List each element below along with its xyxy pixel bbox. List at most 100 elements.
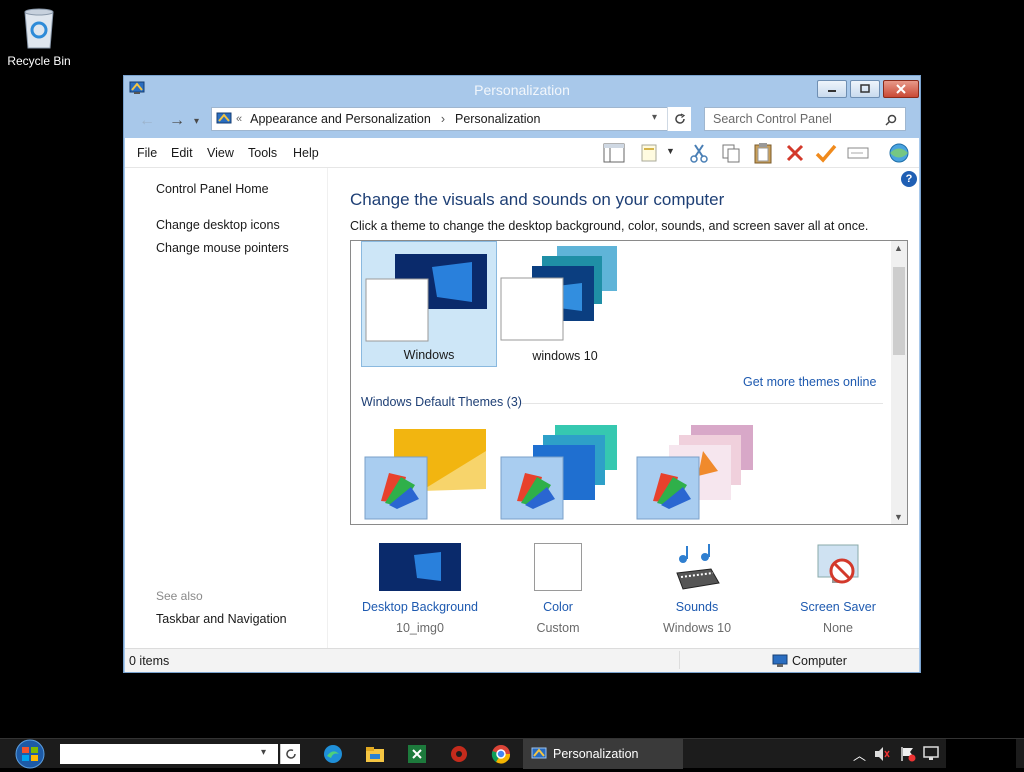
minimize-icon <box>828 90 836 92</box>
recycle-bin-label: Recycle Bin <box>7 54 71 68</box>
paste-icon <box>754 143 772 164</box>
menu-edit[interactable]: Edit <box>171 146 193 160</box>
sounds-setting[interactable]: Sounds Windows 10 <box>627 543 767 635</box>
color-setting[interactable]: Color Custom <box>488 543 628 635</box>
rename-button[interactable] <box>845 141 871 165</box>
change-mouse-pointers-link[interactable]: Change mouse pointers <box>156 241 289 255</box>
taskbar-refresh-icon <box>285 749 296 759</box>
properties-dropdown-icon[interactable]: ▼ <box>666 146 675 156</box>
navigation-bar: ← → ▾ « Appearance and Personalization ›… <box>124 104 920 138</box>
control-panel-home-link[interactable]: Control Panel Home <box>156 182 269 196</box>
edge-icon <box>324 745 342 763</box>
volume-muted-icon[interactable] <box>873 746 891 762</box>
theme-windows-10[interactable]: windows 10 <box>497 241 633 367</box>
refresh-button[interactable] <box>667 107 691 131</box>
screen-saver-title[interactable]: Screen Saver <box>768 600 908 614</box>
screen-saver-value: None <box>823 621 853 635</box>
taskbar-search-dropdown-icon[interactable]: ▾ <box>261 747 266 758</box>
search-icon[interactable] <box>885 114 897 126</box>
scroll-thumb[interactable] <box>893 267 905 355</box>
default-theme-3-preview-icon <box>636 425 753 520</box>
color-title[interactable]: Color <box>488 600 628 614</box>
taskbar-settings[interactable] <box>447 743 471 765</box>
theme-list-scrollbar[interactable]: ▲ ▼ <box>891 241 907 524</box>
menu-file[interactable]: File <box>137 146 157 160</box>
refresh-icon <box>674 113 685 124</box>
close-icon <box>896 84 906 94</box>
layout-button[interactable] <box>601 141 627 165</box>
theme-windows[interactable]: Windows <box>361 241 497 367</box>
default-theme-2[interactable] <box>497 421 633 524</box>
recycle-bin-shortcut[interactable]: Recycle Bin <box>4 6 74 68</box>
rename-icon <box>847 147 869 159</box>
start-button[interactable] <box>10 739 50 769</box>
taskbar-edge[interactable] <box>321 743 345 765</box>
delete-icon <box>786 144 804 162</box>
menu-bar: File Edit View Tools Help ▼ <box>125 138 919 168</box>
theme-windows-10-label: windows 10 <box>532 349 598 363</box>
taskbar-file-explorer[interactable] <box>363 743 387 765</box>
taskbar-chrome[interactable] <box>489 743 513 765</box>
menu-tools[interactable]: Tools <box>248 146 277 160</box>
default-theme-3[interactable] <box>633 421 769 524</box>
change-desktop-icons-link[interactable]: Change desktop icons <box>156 218 280 232</box>
checkmark-icon <box>815 144 837 163</box>
maximize-button[interactable] <box>850 80 880 98</box>
properties-icon <box>641 144 657 162</box>
sounds-title[interactable]: Sounds <box>627 600 767 614</box>
wallpaper-thumbnail-icon <box>379 543 461 591</box>
start-orb-icon <box>15 739 45 769</box>
theme-list[interactable]: Windows windows 10 Get more themes onlin… <box>350 240 908 525</box>
checkmark-button[interactable] <box>813 141 839 165</box>
color-value: Custom <box>536 621 580 635</box>
cut-button[interactable] <box>686 141 712 165</box>
sounds-icon <box>676 544 720 590</box>
get-more-themes-link[interactable]: Get more themes online <box>743 375 876 389</box>
cut-icon <box>690 144 708 163</box>
taskbar-search-input[interactable]: ▾ <box>60 744 278 764</box>
excel-icon <box>408 745 426 763</box>
taskbar-control-panel-icon <box>531 747 547 759</box>
back-button[interactable]: ← <box>139 112 155 130</box>
clock-area[interactable] <box>946 739 1016 769</box>
delete-button[interactable] <box>782 141 808 165</box>
window-title: Personalization <box>474 82 570 98</box>
desktop-background-setting[interactable]: Desktop Background 10_img0 <box>350 543 490 635</box>
taskbar-excel[interactable] <box>405 743 429 765</box>
menu-view[interactable]: View <box>207 146 234 160</box>
copy-button[interactable] <box>718 141 744 165</box>
taskbar-navigation-link[interactable]: Taskbar and Navigation <box>156 612 287 626</box>
properties-button[interactable] <box>637 141 663 165</box>
help-icon[interactable]: ? <box>901 171 917 187</box>
color-swatch-icon <box>534 543 582 591</box>
taskbar-personalization-window[interactable]: Personalization <box>523 739 683 769</box>
menu-help[interactable]: Help <box>293 146 319 160</box>
personalization-window: Personalization ← → ▾ « Appearance and P… <box>123 75 921 673</box>
desktop-background-title[interactable]: Desktop Background <box>350 600 490 614</box>
title-bar[interactable]: Personalization <box>124 76 920 104</box>
search-placeholder: Search Control Panel <box>713 112 832 126</box>
scroll-down-icon[interactable]: ▼ <box>894 512 903 522</box>
theme-windows-label: Windows <box>403 348 455 362</box>
recent-locations-button[interactable]: ▾ <box>194 116 199 127</box>
web-button[interactable] <box>886 141 912 165</box>
status-divider <box>679 651 680 669</box>
default-theme-1[interactable] <box>361 421 497 524</box>
breadcrumb-prefix[interactable]: « <box>236 113 242 125</box>
close-button[interactable] <box>883 80 919 98</box>
show-hidden-icons-button[interactable]: ︿ <box>853 745 866 764</box>
forward-button[interactable]: → <box>169 112 185 130</box>
item-count: 0 items <box>129 654 170 668</box>
action-center-flag-icon[interactable] <box>899 746 917 762</box>
paste-button[interactable] <box>750 141 776 165</box>
screen-saver-setting[interactable]: Screen Saver None <box>768 543 908 635</box>
address-dropdown-icon[interactable]: ▾ <box>652 112 657 123</box>
breadcrumb-appearance[interactable]: Appearance and Personalization <box>250 112 431 126</box>
minimize-button[interactable] <box>817 80 847 98</box>
breadcrumb-personalization[interactable]: Personalization <box>455 112 540 126</box>
scroll-up-icon[interactable]: ▲ <box>894 243 903 253</box>
address-bar[interactable]: « Appearance and Personalization › Perso… <box>211 107 691 131</box>
network-icon[interactable] <box>922 746 940 762</box>
search-input[interactable]: Search Control Panel <box>704 107 906 131</box>
taskbar-refresh-button[interactable] <box>280 744 300 764</box>
